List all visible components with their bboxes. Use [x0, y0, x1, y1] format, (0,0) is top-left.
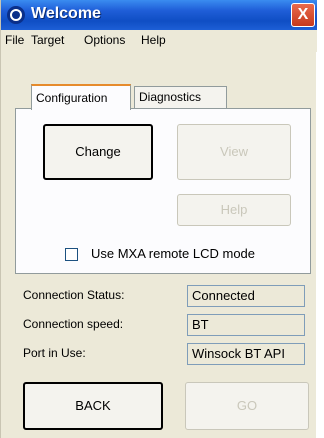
tab-configuration[interactable]: Configuration — [31, 84, 131, 110]
change-button[interactable]: Change — [43, 124, 153, 180]
back-button[interactable]: BACK — [23, 382, 163, 430]
close-icon[interactable]: X — [291, 3, 315, 27]
help-button[interactable]: Help — [177, 194, 291, 226]
connection-speed-label: Connection speed: — [23, 317, 124, 331]
welcome-window: Welcome X File Target Options Help Confi… — [0, 0, 317, 438]
port-in-use-label: Port in Use: — [23, 346, 86, 360]
connection-speed-field: BT — [187, 314, 305, 336]
view-button[interactable]: View — [177, 124, 291, 180]
connection-status-field: Connected — [187, 285, 305, 307]
menu-target[interactable]: Target — [31, 33, 64, 47]
menu-bar: File Target Options Help — [1, 30, 317, 52]
connection-status-label: Connection Status: — [23, 288, 125, 302]
app-logo-icon — [7, 6, 25, 24]
lcd-mode-checkbox[interactable] — [65, 248, 78, 261]
menu-file[interactable]: File — [5, 33, 24, 47]
window-title: Welcome — [31, 5, 101, 22]
port-in-use-field: Winsock BT API — [187, 343, 305, 365]
title-bar[interactable]: Welcome X — [1, 0, 317, 30]
menu-options[interactable]: Options — [84, 33, 125, 47]
tab-diagnostics[interactable]: Diagnostics — [134, 86, 227, 108]
lcd-mode-label: Use MXA remote LCD mode — [91, 246, 256, 261]
go-button[interactable]: GO — [185, 382, 309, 430]
menu-help[interactable]: Help — [141, 33, 166, 47]
